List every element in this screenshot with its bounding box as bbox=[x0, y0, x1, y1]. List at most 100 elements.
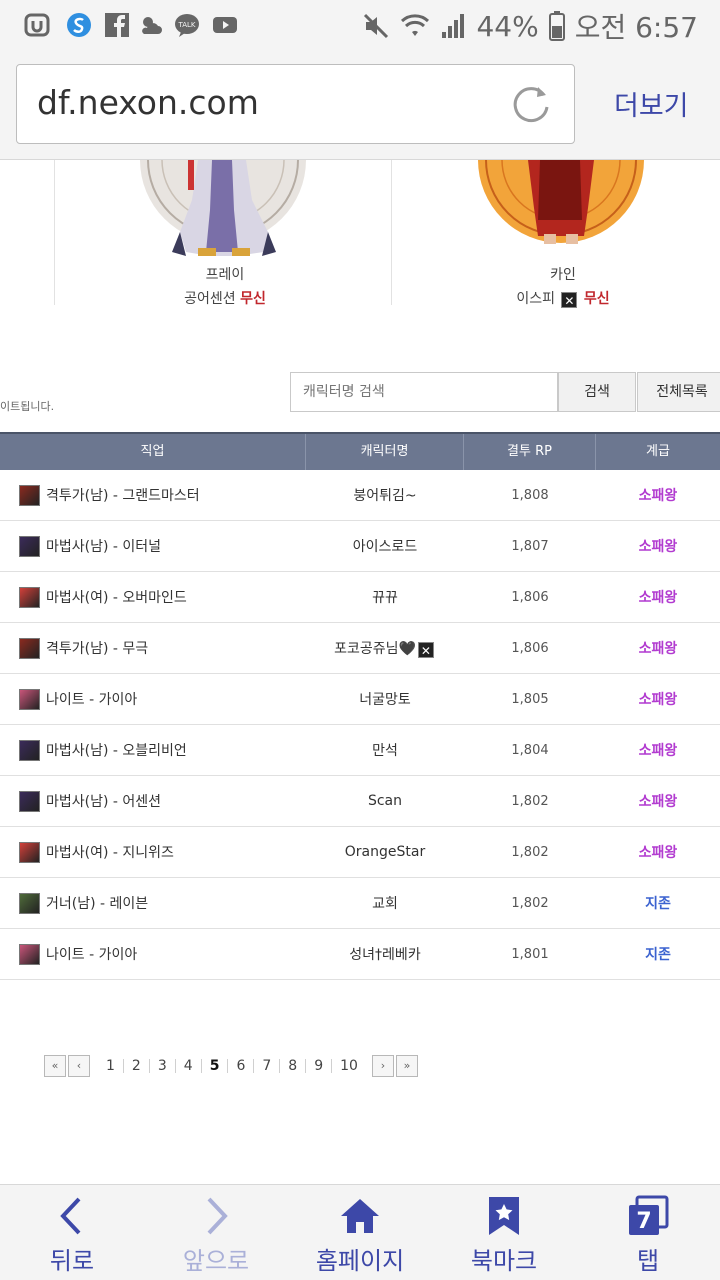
url-text[interactable]: df.nexon.com bbox=[37, 83, 259, 122]
character-name[interactable]: 카인 bbox=[463, 264, 663, 284]
tier-label: 지존 bbox=[645, 947, 671, 963]
character-name-cell[interactable]: 붕어튀김~ bbox=[306, 485, 464, 505]
table-row[interactable]: 마법사(남) - 오블리비언 만석 1,804 소패왕 bbox=[0, 725, 720, 776]
s-app-icon bbox=[67, 13, 91, 37]
server-name: 공어센션 bbox=[184, 291, 236, 307]
character-name[interactable]: 붕어튀김~ bbox=[353, 488, 416, 504]
character-name-cell[interactable]: 만석 bbox=[306, 740, 464, 760]
forward-button[interactable]: 앞으로 bbox=[144, 1185, 288, 1280]
character-name[interactable]: OrangeStar bbox=[345, 844, 425, 860]
back-button[interactable]: 뒤로 bbox=[0, 1185, 144, 1280]
class-portrait-icon bbox=[19, 484, 40, 506]
rp-cell: 1,805 bbox=[511, 691, 549, 707]
next-page-button[interactable]: › bbox=[371, 1055, 394, 1077]
job-cell: 거너(남) - 레이븐 bbox=[0, 892, 306, 914]
tier-cell: 소패왕 bbox=[596, 689, 720, 709]
header-tier: 계급 bbox=[646, 444, 670, 459]
character-name[interactable]: 아이스로드 bbox=[353, 539, 417, 555]
character-name[interactable]: 교회 bbox=[372, 896, 398, 912]
tier-cell: 지존 bbox=[596, 893, 720, 913]
tabs-label: 탭 bbox=[636, 1247, 660, 1275]
page-number[interactable]: 3 bbox=[148, 1059, 175, 1073]
search-button[interactable]: 검색 bbox=[558, 372, 636, 412]
wifi-icon bbox=[401, 14, 430, 36]
update-notice: 이트됩니다. bbox=[0, 400, 55, 413]
header-character-name: 캐릭터명 bbox=[306, 434, 464, 470]
table-row[interactable]: 마법사(남) - 이터널 아이스로드 1,807 소패왕 bbox=[0, 521, 720, 572]
page-number[interactable]: 8 bbox=[279, 1059, 305, 1073]
tier-cell: 소패왕 bbox=[596, 587, 720, 607]
rp-cell: 1,804 bbox=[511, 742, 549, 758]
character-name-cell[interactable]: 너굴망토 bbox=[306, 689, 464, 709]
class-portrait-icon bbox=[19, 586, 40, 608]
character-name-cell[interactable]: 아이스로드 bbox=[306, 536, 464, 556]
table-row[interactable]: 거너(남) - 레이븐 교회 1,802 지존 bbox=[0, 878, 720, 929]
bookmark-label: 북마크 bbox=[470, 1247, 538, 1275]
character-server: 공어센션 무신 bbox=[125, 288, 325, 308]
character-name[interactable]: 너굴망토 bbox=[359, 692, 411, 708]
last-page-button[interactable]: » bbox=[395, 1055, 418, 1077]
page-number[interactable]: 10 bbox=[331, 1059, 366, 1073]
tabs-button[interactable]: 7 탭 bbox=[576, 1185, 720, 1280]
prev-page-button[interactable]: ‹ bbox=[68, 1055, 90, 1077]
character-name[interactable]: 프레이 bbox=[125, 264, 325, 284]
character-portrait-1[interactable] bbox=[140, 160, 306, 260]
character-name[interactable]: 포코공쥬님🖤 bbox=[334, 641, 416, 657]
job-cell: 마법사(남) - 이터널 bbox=[0, 535, 306, 557]
table-row[interactable]: 나이트 - 가이아 너굴망토 1,805 소패왕 bbox=[0, 674, 720, 725]
reload-icon[interactable] bbox=[508, 81, 554, 127]
class-portrait-icon bbox=[19, 739, 40, 761]
chevron-right-icon bbox=[207, 1197, 228, 1235]
weather-icon bbox=[142, 17, 162, 34]
rp-cell: 1,808 bbox=[511, 487, 549, 503]
page-number[interactable]: 5 bbox=[200, 1059, 228, 1073]
table-row[interactable]: 마법사(남) - 어센션 Scan 1,802 소패왕 bbox=[0, 776, 720, 827]
first-page-button[interactable]: « bbox=[44, 1055, 66, 1077]
tier-label: 소패왕 bbox=[638, 539, 678, 555]
home-button[interactable]: 홈페이지 bbox=[288, 1185, 432, 1280]
divider bbox=[391, 160, 392, 305]
table-row[interactable]: 나이트 - 가이아 성녀†레베카 1,801 지존 bbox=[0, 929, 720, 980]
job-cell: 격투가(남) - 그랜드마스터 bbox=[0, 484, 306, 506]
tier-label: 지존 bbox=[645, 896, 671, 912]
character-name[interactable]: 뀨뀨 bbox=[372, 590, 398, 606]
page-number[interactable]: 7 bbox=[253, 1059, 279, 1073]
table-row[interactable]: 마법사(여) - 오버마인드 뀨뀨 1,806 소패왕 bbox=[0, 572, 720, 623]
tab-count: 7 bbox=[636, 1209, 651, 1234]
tier-label: 소패왕 bbox=[638, 590, 678, 606]
table-row[interactable]: 격투가(남) - 그랜드마스터 붕어튀김~ 1,808 소패왕 bbox=[0, 470, 720, 521]
rp-cell: 1,802 bbox=[511, 844, 549, 860]
page-number[interactable]: 4 bbox=[174, 1059, 201, 1073]
character-search-input[interactable] bbox=[290, 372, 558, 412]
rp-cell: 1,807 bbox=[511, 538, 549, 554]
character-name-cell[interactable]: 교회 bbox=[306, 893, 464, 913]
character-name-cell[interactable]: OrangeStar bbox=[306, 844, 464, 860]
character-name[interactable]: 성녀†레베카 bbox=[349, 947, 420, 963]
character-name-cell[interactable]: 포코공쥬님🖤 ✕ bbox=[306, 638, 464, 658]
table-row[interactable]: 마법사(여) - 지니위즈 OrangeStar 1,802 소패왕 bbox=[0, 827, 720, 878]
uplus-icon bbox=[24, 13, 50, 37]
page-number[interactable]: 9 bbox=[305, 1059, 331, 1073]
address-bar[interactable]: df.nexon.com bbox=[16, 64, 575, 144]
tier-label: 소패왕 bbox=[638, 692, 678, 708]
bookmark-icon bbox=[489, 1197, 519, 1235]
job-cell: 나이트 - 가이아 bbox=[0, 688, 306, 710]
tier-cell: 소패왕 bbox=[596, 485, 720, 505]
character-name-cell[interactable]: Scan bbox=[306, 793, 464, 809]
page-number[interactable]: 1 bbox=[98, 1059, 123, 1073]
page-number[interactable]: 6 bbox=[227, 1059, 253, 1073]
character-name[interactable]: Scan bbox=[368, 793, 402, 809]
more-button[interactable]: 더보기 bbox=[614, 84, 689, 123]
character-name-cell[interactable]: 성녀†레베카 bbox=[306, 944, 464, 964]
table-row[interactable]: 격투가(남) - 무극 포코공쥬님🖤 ✕ 1,806 소패왕 bbox=[0, 623, 720, 674]
guild-badge-icon: ✕ bbox=[417, 642, 434, 658]
youtube-icon bbox=[213, 17, 237, 33]
bookmark-button[interactable]: 북마크 bbox=[432, 1185, 576, 1280]
character-name-cell[interactable]: 뀨뀨 bbox=[306, 587, 464, 607]
all-list-button[interactable]: 전체목록 bbox=[637, 372, 720, 412]
page-number[interactable]: 2 bbox=[122, 1059, 149, 1073]
character-portrait-2[interactable] bbox=[478, 160, 644, 250]
character-name[interactable]: 만석 bbox=[372, 743, 398, 759]
job-name: 마법사(여) - 오버마인드 bbox=[46, 590, 187, 606]
job-cell: 마법사(여) - 지니위즈 bbox=[0, 841, 306, 863]
